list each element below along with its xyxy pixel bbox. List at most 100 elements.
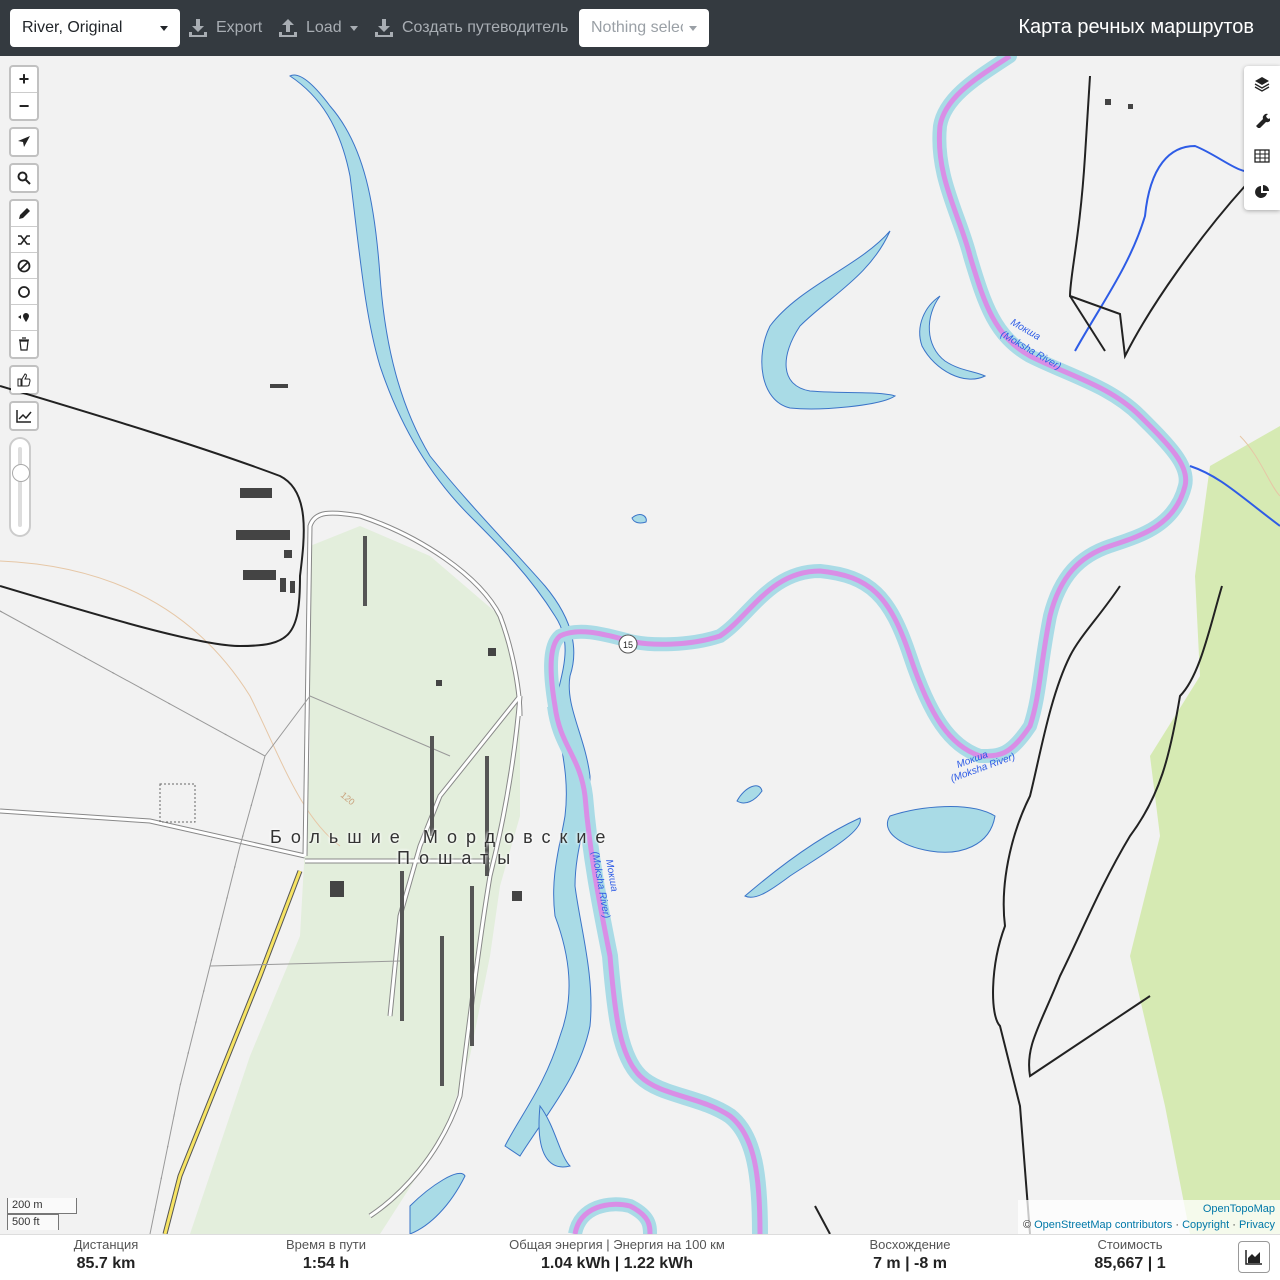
export-button[interactable]: Export <box>188 9 262 47</box>
road <box>814 1205 831 1234</box>
stat-label: Дистанция <box>73 1237 139 1252</box>
statistics-button[interactable] <box>1244 174 1280 210</box>
zoom-in-button[interactable]: + <box>11 67 37 93</box>
route-marker-label: 15 <box>623 640 633 650</box>
draw-icon <box>19 207 30 219</box>
load-button[interactable]: Load <box>278 9 358 47</box>
upload-icon <box>279 19 297 37</box>
road <box>992 585 1121 1234</box>
stat-label: Общая энергия | Энергия на 100 км <box>509 1237 725 1252</box>
route-line <box>548 56 1189 1234</box>
map-base: Мокша (Moksha River) Мокша (Moksha River… <box>0 56 1280 1234</box>
profile-select-value: River, Original <box>22 19 123 36</box>
table-button[interactable] <box>1244 138 1280 174</box>
thumb-button[interactable] <box>11 367 37 393</box>
search-button[interactable] <box>11 165 37 191</box>
slider-track <box>18 447 22 527</box>
stat-cost: Стоимость 85,667 | 1 <box>1075 1237 1185 1273</box>
create-guide-button[interactable]: Создать путеводитель <box>374 9 568 47</box>
circle-button[interactable] <box>11 279 37 305</box>
opacity-slider[interactable] <box>9 437 31 537</box>
shuffle-icon <box>18 234 30 245</box>
stat-label: Время в пути <box>286 1237 366 1252</box>
waypoint-icon <box>18 312 29 322</box>
thumb-icon <box>17 373 31 387</box>
lake <box>736 785 763 804</box>
circle-icon <box>18 285 30 298</box>
caret-down-icon <box>160 26 168 31</box>
locate-button[interactable] <box>11 129 37 155</box>
export-label: Export <box>216 19 263 36</box>
stat-time: Время в пути 1:54 h <box>266 1237 386 1273</box>
stream <box>1074 144 1256 352</box>
stat-label: Восхождение <box>869 1237 951 1252</box>
shuffle-button[interactable] <box>11 227 37 253</box>
zoom-control: + − <box>9 65 39 121</box>
stat-value: 85.7 km <box>76 1255 136 1272</box>
stat-value: 1.04 kWh | 1.22 kWh <box>540 1255 694 1272</box>
elevation-profile-button[interactable] <box>1238 1241 1270 1273</box>
cemetery <box>159 783 196 823</box>
chart-button[interactable] <box>11 403 37 429</box>
attribution-osm-link[interactable]: OpenStreetMap contributors <box>1034 1219 1172 1231</box>
waypoint-button[interactable] <box>11 305 37 331</box>
stat-label: Стоимость <box>1097 1237 1163 1252</box>
locate-icon <box>18 136 30 147</box>
trash-icon <box>19 337 29 351</box>
zoom-out-button[interactable]: − <box>11 93 37 119</box>
road <box>0 385 305 648</box>
chart-control <box>9 401 39 431</box>
search-control <box>9 163 39 193</box>
app: River, Original Export Load Создать путе… <box>0 0 1280 1280</box>
caret-down-icon <box>689 26 697 31</box>
create-guide-label: Создать путеводитель <box>402 19 569 36</box>
lake <box>744 817 861 898</box>
river-channel <box>544 56 1193 764</box>
draw-button[interactable] <box>11 201 37 227</box>
pie-icon <box>1255 185 1269 198</box>
stat-value: 85,667 | 1 <box>1094 1255 1166 1272</box>
oxbow-lake <box>919 295 987 380</box>
stats-bar: Дистанция 85.7 km Время в пути 1:54 h Об… <box>0 1234 1280 1280</box>
layers-button[interactable] <box>1244 66 1280 102</box>
download-icon <box>375 19 393 37</box>
zoom-out-icon: − <box>18 95 30 116</box>
wrench-icon <box>1256 113 1270 128</box>
attribution-privacy-link[interactable]: Privacy <box>1239 1219 1275 1231</box>
area-chart-icon <box>1245 1250 1262 1265</box>
village-green <box>190 526 520 1234</box>
attribution: OpenTopoMap © OpenStreetMap contributors… <box>1017 1200 1280 1234</box>
download-icon <box>189 19 207 37</box>
stat-energy: Общая энергия | Энергия на 100 км 1.04 k… <box>497 1237 737 1273</box>
slider-handle[interactable] <box>12 464 30 482</box>
feedback-control <box>9 365 39 395</box>
no-go-button[interactable] <box>11 253 37 279</box>
caret-down-icon <box>349 25 358 31</box>
delete-button[interactable] <box>11 331 37 357</box>
search-icon <box>17 171 31 185</box>
profile-select[interactable]: River, Original <box>10 9 180 47</box>
table-icon <box>1254 149 1270 163</box>
town-label: Большие Мордовские <box>270 827 615 847</box>
draw-toolbar <box>9 199 39 359</box>
chart-icon <box>16 410 32 423</box>
no-go-icon <box>17 259 31 272</box>
map-view[interactable]: Мокша (Moksha River) Мокша (Moksha River… <box>0 56 1280 1234</box>
settings-button[interactable] <box>1244 102 1280 138</box>
stat-ascent: Восхождение 7 m | -8 m <box>850 1237 970 1273</box>
road <box>1069 295 1106 352</box>
scale-metric: 200 m <box>7 1198 77 1214</box>
stat-value: 1:54 h <box>302 1255 350 1272</box>
attribution-tiles-link[interactable]: OpenTopoMap <box>1023 1201 1275 1217</box>
lake <box>887 806 996 853</box>
forest-area <box>1130 426 1280 1234</box>
locate-control <box>9 127 39 157</box>
attribution-copyright-link[interactable]: Copyright <box>1182 1219 1229 1231</box>
lake <box>631 514 647 524</box>
scale-imperial: 500 ft <box>7 1214 59 1230</box>
selection-dropdown-value: Nothing selected <box>591 19 683 36</box>
lake <box>538 1104 571 1168</box>
app-title: Карта речных маршрутов <box>1018 16 1254 38</box>
selection-dropdown[interactable]: Nothing selected <box>579 9 709 47</box>
town-label: Пошаты <box>397 848 520 868</box>
